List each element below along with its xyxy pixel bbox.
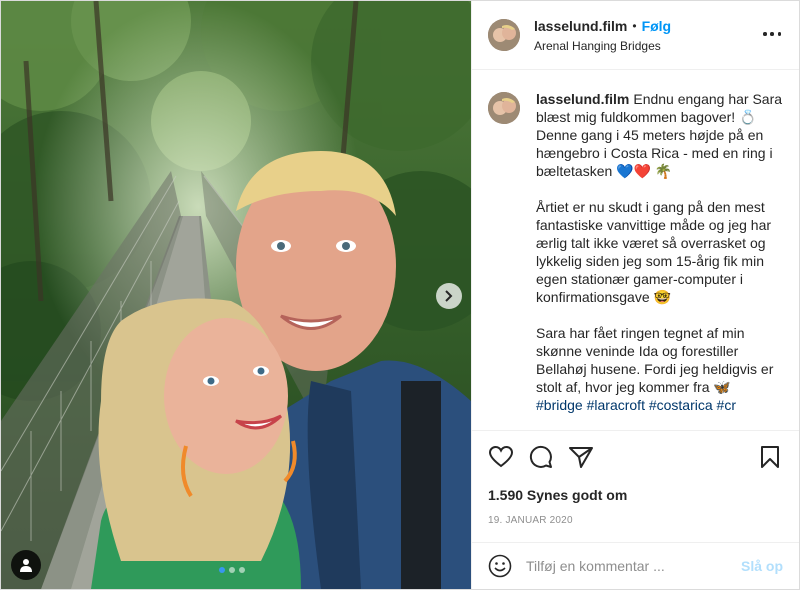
- more-dot-icon: [763, 32, 767, 36]
- comment-input[interactable]: [526, 558, 741, 574]
- save-button[interactable]: [757, 444, 783, 470]
- carousel-dot-active: [219, 567, 225, 573]
- header-username[interactable]: lasselund.film: [534, 18, 627, 34]
- post-photo[interactable]: [1, 1, 471, 589]
- more-options-button[interactable]: [763, 27, 781, 41]
- header-separator: •: [632, 18, 637, 33]
- carousel-dot: [239, 567, 245, 573]
- like-button[interactable]: [488, 444, 514, 470]
- caption-avatar[interactable]: [488, 92, 520, 124]
- hashtag-link[interactable]: #cr: [717, 397, 736, 413]
- user-icon: [20, 559, 32, 572]
- caption-section: lasselund.film Endnu engang har Sara blæs…: [472, 70, 799, 430]
- carousel-next-button[interactable]: [436, 283, 462, 309]
- heart-icon: [489, 446, 513, 468]
- header-top-row: lasselund.film • Følg: [534, 18, 671, 34]
- carousel-dot: [229, 567, 235, 573]
- caption-text-3: Sara har fået ringen tegnet af min skønn…: [536, 325, 778, 395]
- paper-plane-icon: [569, 447, 593, 468]
- comment-icon: [529, 445, 552, 468]
- avatar[interactable]: [488, 19, 520, 51]
- more-dot-icon: [777, 32, 781, 36]
- post-details-panel: lasselund.film • Følg Arenal Hanging Bri…: [471, 1, 799, 589]
- caption-username[interactable]: lasselund.film: [536, 91, 629, 107]
- header-text: lasselund.film • Følg Arenal Hanging Bri…: [534, 18, 671, 53]
- likes-count[interactable]: 1.590 Synes godt om: [488, 487, 783, 503]
- caption-paragraph-3: Sara har fået ringen tegnet af min skønn…: [536, 324, 783, 414]
- comment-button[interactable]: [528, 444, 554, 470]
- caption-paragraph-2: Årtiet er nu skudt i gang på den mest fa…: [536, 199, 775, 305]
- share-button[interactable]: [568, 444, 594, 470]
- avatar-image: [488, 92, 520, 124]
- post-date[interactable]: 19. JANUAR 2020: [488, 515, 783, 526]
- action-bar: [488, 443, 783, 471]
- instagram-post: lasselund.film • Følg Arenal Hanging Bri…: [0, 0, 800, 590]
- smiley-icon: [488, 554, 512, 578]
- tagged-users-button[interactable]: [11, 550, 41, 580]
- emoji-button[interactable]: [488, 554, 512, 578]
- post-header: lasselund.film • Følg Arenal Hanging Bri…: [472, 1, 799, 70]
- location-link[interactable]: Arenal Hanging Bridges: [534, 39, 671, 53]
- photo-illustration: [1, 1, 471, 589]
- post-comment-button[interactable]: Slå op: [741, 558, 783, 574]
- hashtag-link[interactable]: #bridge: [536, 397, 583, 413]
- bookmark-icon: [761, 446, 779, 468]
- avatar-image: [488, 19, 520, 51]
- more-dot-icon: [770, 32, 774, 36]
- post-caption: lasselund.film Endnu engang har Sara blæs…: [536, 90, 783, 430]
- follow-button[interactable]: Følg: [642, 18, 672, 34]
- actions-section: 1.590 Synes godt om 19. JANUAR 2020: [472, 430, 799, 542]
- add-comment-bar: Slå op: [472, 542, 799, 589]
- caption-paragraph-1: lasselund.film Endnu engang har Sara blæs…: [536, 90, 783, 180]
- chevron-right-icon: [445, 290, 453, 302]
- hashtag-link[interactable]: #costarica: [649, 397, 713, 413]
- carousel-indicator: [219, 567, 245, 573]
- hashtag-link[interactable]: #laracroft: [587, 397, 645, 413]
